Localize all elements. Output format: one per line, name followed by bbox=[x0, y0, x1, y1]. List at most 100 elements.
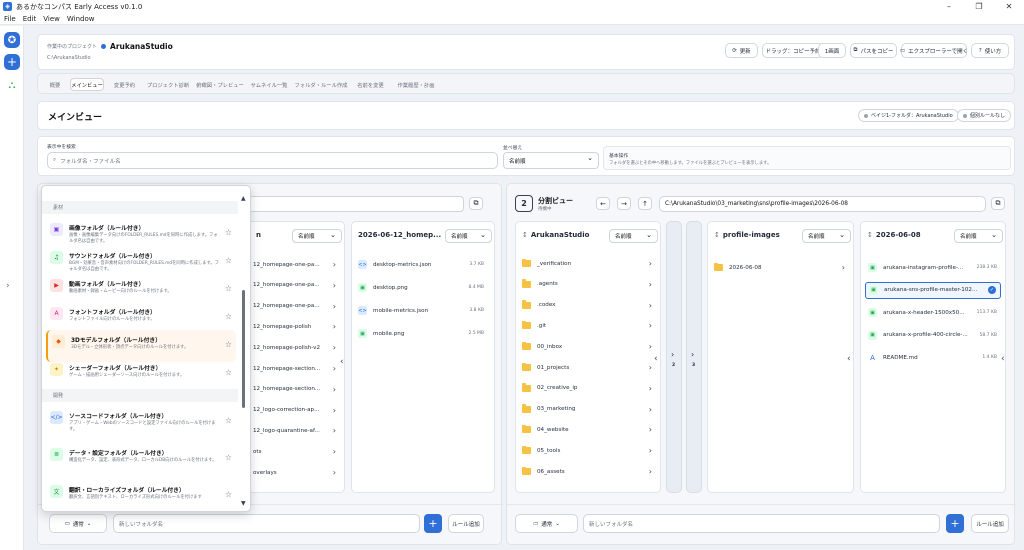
star-icon[interactable]: ☆ bbox=[225, 416, 232, 425]
maximize-icon[interactable]: ❐ bbox=[964, 0, 994, 13]
check-icon: ✓ bbox=[988, 286, 996, 294]
tab-project-diagnosis[interactable]: プロジェクト診断 bbox=[145, 78, 191, 91]
left-folder-type-select[interactable]: ▭ 通常 ⌄ bbox=[49, 514, 107, 533]
collapsed-column-2[interactable]: › 2 bbox=[666, 221, 682, 493]
right-collapse-icon-2[interactable]: ‹ bbox=[847, 354, 851, 364]
tab-overview-preview[interactable]: 俯瞰図・プレビュー bbox=[195, 78, 245, 91]
star-icon[interactable]: ☆ bbox=[225, 490, 232, 499]
star-icon[interactable]: ☆ bbox=[225, 368, 232, 377]
tab-main-view[interactable]: メインビュー bbox=[70, 78, 104, 91]
tab-thumbnails[interactable]: サムネイル一覧 bbox=[249, 78, 289, 91]
dropdown-item[interactable]: </> ソースコードフォルダ（ルール付き） アプリ・ゲーム・Webのソースコードと設… bbox=[46, 406, 236, 438]
close-icon[interactable]: ✕ bbox=[994, 0, 1024, 13]
image-file-icon: ▣ bbox=[868, 308, 877, 317]
dropdown-item[interactable]: ✦ シェーダーフォルダ（ルール付き） ゲーム・描画用シェーダーソース向けのルールを付… bbox=[46, 358, 236, 390]
menu-edit[interactable]: Edit bbox=[23, 15, 37, 23]
tab-history-plan[interactable]: 作業履歴・計画 bbox=[392, 78, 440, 91]
folder-item[interactable]: 03_marketing › bbox=[522, 401, 654, 418]
file-item[interactable]: A README.md 1.4 KB bbox=[865, 349, 1001, 366]
star-icon[interactable]: ☆ bbox=[225, 256, 232, 265]
tab-rename[interactable]: 名前を変更 bbox=[353, 78, 388, 91]
folder-item[interactable]: 01_projects › bbox=[522, 359, 654, 376]
left-path-input[interactable] bbox=[238, 196, 464, 212]
star-icon[interactable]: ☆ bbox=[225, 228, 232, 237]
left-add-folder-button[interactable]: + bbox=[424, 514, 442, 533]
file-item[interactable]: ▣ arukana-instagram-profile-... 238.3 KB bbox=[865, 259, 1001, 276]
help-button[interactable]: ? 使い方 bbox=[971, 43, 1009, 58]
sitemap-icon[interactable]: ⛬ bbox=[4, 77, 20, 93]
left-collapse-icon[interactable]: ‹ bbox=[340, 357, 344, 367]
star-icon[interactable]: ☆ bbox=[225, 284, 232, 293]
right-column-root-sort[interactable]: 名前順 bbox=[609, 229, 658, 243]
dropdown-item[interactable]: 文翻訳・ローカライズフォルダ（ルール付き） 翻訳文、言語別テキスト、ローカライズ形… bbox=[46, 480, 236, 511]
copy-path-button[interactable]: ⧉ パスをコピー bbox=[850, 43, 897, 58]
app-icon: ◈ bbox=[3, 2, 12, 11]
file-item[interactable]: <> desktop-metrics.json 3.7 KB bbox=[358, 256, 488, 273]
back-icon[interactable]: ← bbox=[596, 197, 610, 210]
collapsed-column-3[interactable]: › 3 bbox=[686, 221, 702, 493]
menu-window[interactable]: Window bbox=[67, 15, 95, 23]
file-item[interactable]: ▣ mobile.png 2.5 MB bbox=[358, 325, 488, 342]
right-path-input[interactable]: C:\ArukanaStudio\03_marketing\sns\profil… bbox=[659, 196, 986, 212]
menu-file[interactable]: File bbox=[4, 15, 16, 23]
star-icon[interactable]: ☆ bbox=[225, 453, 232, 462]
drag-copy-button[interactable]: ドラッグ：コピー予約 bbox=[762, 43, 824, 58]
open-explorer-button[interactable]: ▭ エクスプローラーで開く bbox=[900, 43, 968, 58]
left-new-folder-input[interactable]: 新しいフォルダ名 bbox=[113, 514, 420, 533]
left-column-a-sort[interactable]: 名前順 bbox=[292, 229, 342, 243]
folder-item[interactable]: 02_creative_ip › bbox=[522, 380, 654, 397]
search-input[interactable]: ⌕ フォルダ名・ファイル名 bbox=[47, 152, 498, 169]
folder-item[interactable]: 06_assets › bbox=[522, 463, 654, 480]
left-column-b-sort[interactable]: 名前順 bbox=[445, 229, 492, 243]
file-item[interactable]: <> mobile-metrics.json 3.8 KB bbox=[358, 302, 488, 319]
file-item[interactable]: ▣ arukana-x-profile-400-circle-... 58.7 KB bbox=[865, 327, 1001, 344]
dropdown-section-header bbox=[42, 201, 238, 214]
refresh-button[interactable]: ⟳ 更新 bbox=[725, 43, 758, 58]
file-item[interactable]: ▣ arukana-x-header-1500x50... 113.7 KB bbox=[865, 304, 1001, 321]
folder-item[interactable]: .git › bbox=[522, 317, 654, 334]
up-icon[interactable]: ↑ bbox=[638, 197, 652, 210]
file-item[interactable]: ▣ desktop.png 8.4 MB bbox=[358, 279, 488, 296]
right-add-folder-button[interactable]: + bbox=[946, 514, 964, 533]
tab-folder-rule-create[interactable]: フォルダ・ルール作成 bbox=[293, 78, 349, 91]
file-item[interactable]: ▣ arukana-sns-profile-master-102... ✓ bbox=[865, 281, 1001, 299]
right-copy-path-icon[interactable]: ⧉ bbox=[991, 197, 1005, 210]
one-screen-button[interactable]: 1画面 bbox=[818, 43, 846, 58]
folder-name: 02_creative_ip bbox=[537, 385, 578, 392]
folder-item[interactable]: 04_website › bbox=[522, 421, 654, 438]
folder-item[interactable]: 00_inbox › bbox=[522, 338, 654, 355]
scroll-up-icon[interactable]: ▲ bbox=[241, 195, 246, 202]
forward-icon[interactable]: → bbox=[617, 197, 631, 210]
star-icon[interactable]: ☆ bbox=[225, 340, 232, 349]
left-add-rule-button[interactable]: ルール追加 bbox=[448, 514, 484, 533]
expand-rail-icon[interactable]: › bbox=[6, 281, 10, 291]
minimize-icon[interactable]: – bbox=[934, 0, 964, 13]
compass-icon[interactable]: ✪ bbox=[4, 32, 20, 48]
folder-item[interactable]: .codex › bbox=[522, 297, 654, 314]
folder-item[interactable]: 05_tools › bbox=[522, 442, 654, 459]
sort-select[interactable]: 名前順 bbox=[503, 152, 599, 169]
folder-item[interactable]: _verification › bbox=[522, 255, 654, 272]
scroll-down-icon[interactable]: ▼ bbox=[241, 500, 246, 507]
right-collapse-icon[interactable]: ‹ bbox=[654, 354, 658, 364]
right-folder-type-select[interactable]: ▭ 通常 ⌄ bbox=[515, 514, 578, 533]
right-collapse-icon-3[interactable]: ‹ bbox=[1001, 354, 1005, 364]
folder-item[interactable]: .agents › bbox=[522, 276, 654, 293]
left-copy-path-icon[interactable]: ⧉ bbox=[469, 197, 483, 210]
right-column-date-sort[interactable]: 名前順 bbox=[954, 229, 1003, 243]
video-icon: ▶ bbox=[50, 279, 63, 292]
file-size: 3.8 KB bbox=[469, 308, 484, 313]
menu-view[interactable]: View bbox=[43, 15, 60, 23]
dropdown-section-header bbox=[42, 389, 238, 402]
folder-item[interactable]: 2026-06-08 › bbox=[714, 259, 847, 276]
dropdown-item[interactable]: ≣ データ・設定フォルダ（ルール付き） 構造化データ、設定、表形式データ、ローカルD… bbox=[46, 443, 236, 475]
dropdown-scrollbar[interactable] bbox=[242, 290, 245, 408]
star-icon[interactable]: ☆ bbox=[225, 312, 232, 321]
right-column-profile-images-sort[interactable]: 名前順 bbox=[802, 229, 851, 243]
chevron-right-icon: › bbox=[332, 384, 336, 394]
tab-change-reservation[interactable]: 変更予約 bbox=[108, 78, 141, 91]
tab-overview[interactable]: 概要 bbox=[42, 78, 68, 91]
right-new-folder-input[interactable]: 新しいフォルダ名 bbox=[583, 514, 940, 533]
add-icon[interactable]: + bbox=[4, 54, 20, 70]
right-add-rule-button[interactable]: ルール追加 bbox=[971, 514, 1009, 533]
